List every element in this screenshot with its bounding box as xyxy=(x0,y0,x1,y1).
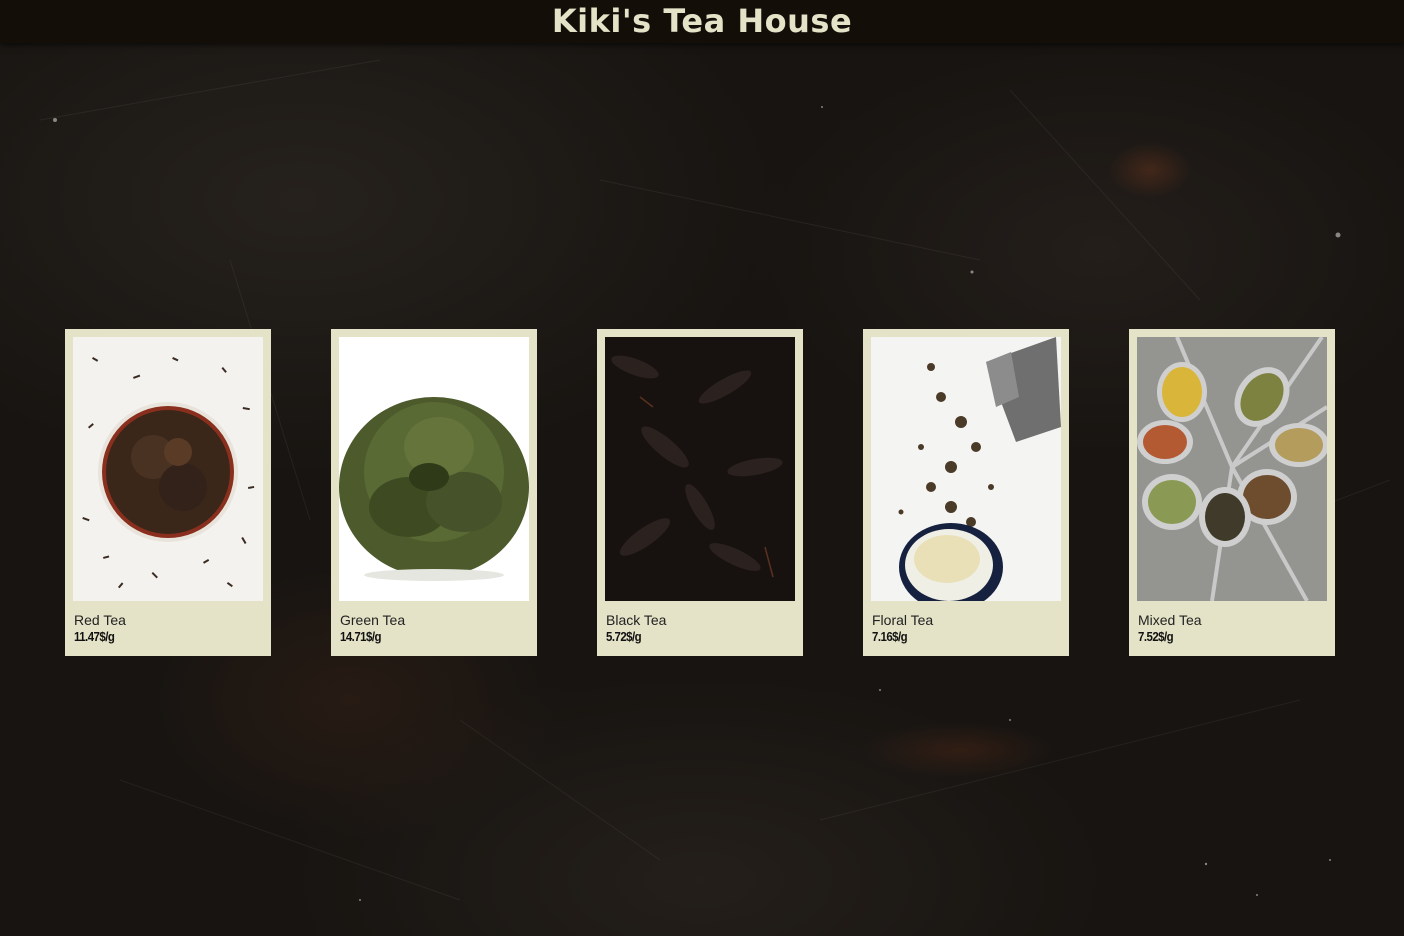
site-header: Kiki's Tea House xyxy=(0,0,1404,43)
product-card-black-tea[interactable]: Black Tea 5.72$/g xyxy=(597,329,803,656)
product-price: 14.71$/g xyxy=(340,629,381,644)
product-card-green-tea[interactable]: Green Tea 14.71$/g xyxy=(331,329,537,656)
product-grid: Red Tea 11.47$/g Green Tea 14.71$/g Blac… xyxy=(65,329,1335,656)
mixed-tea-spoons-photo[interactable] xyxy=(1137,337,1327,601)
product-name[interactable]: Red Tea xyxy=(74,612,263,628)
green-tea-pile-photo[interactable] xyxy=(339,337,529,601)
product-name[interactable]: Floral Tea xyxy=(872,612,1061,628)
product-price: 5.72$/g xyxy=(606,629,642,644)
product-name[interactable]: Green Tea xyxy=(340,612,529,628)
site-title: Kiki's Tea House xyxy=(551,2,853,40)
product-card-red-tea[interactable]: Red Tea 11.47$/g xyxy=(65,329,271,656)
product-card-floral-tea[interactable]: Floral Tea 7.16$/g xyxy=(863,329,1069,656)
product-price: 11.47$/g xyxy=(74,629,115,644)
product-name[interactable]: Mixed Tea xyxy=(1138,612,1327,628)
black-tea-leaves-photo[interactable] xyxy=(605,337,795,601)
product-card-mixed-tea[interactable]: Mixed Tea 7.52$/g xyxy=(1129,329,1335,656)
red-tea-bowl-photo[interactable] xyxy=(73,337,263,601)
floral-tea-cup-photo[interactable] xyxy=(871,337,1061,601)
product-name[interactable]: Black Tea xyxy=(606,612,795,628)
product-price: 7.16$/g xyxy=(872,629,908,644)
product-price: 7.52$/g xyxy=(1138,629,1174,644)
